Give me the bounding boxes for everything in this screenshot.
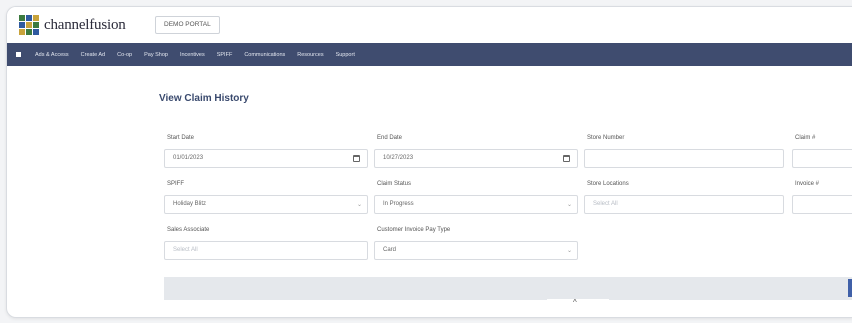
logo-square (33, 29, 39, 35)
channelfusion-logo[interactable]: channelfusion (19, 15, 126, 35)
nav-item-co-op[interactable]: Co-op (117, 52, 132, 58)
main-nav: Ads & Access Create Ad Co-op Pay Shop In… (7, 43, 852, 66)
invoice-number-input[interactable] (792, 195, 852, 214)
nav-item-spiff[interactable]: SPIFF (217, 52, 233, 58)
chevron-down-icon: ⌄ (567, 248, 573, 254)
spiff-label: SPIFF (167, 181, 185, 187)
sales-associate-label: Sales Associate (167, 227, 210, 233)
nav-item-create-ad[interactable]: Create Ad (81, 52, 105, 58)
calendar-icon[interactable] (563, 155, 570, 162)
top-header: channelfusion DEMO PORTAL (7, 7, 852, 43)
store-number-label: Store Number (587, 135, 625, 141)
calendar-icon[interactable] (353, 155, 360, 162)
sales-associate-select[interactable]: Select All (164, 241, 368, 260)
nav-item-communications[interactable]: Communications (244, 52, 285, 58)
chevron-down-icon: ⌄ (567, 202, 573, 208)
claim-number-label: Claim # (795, 135, 816, 141)
store-locations-select[interactable]: Select All (584, 195, 784, 214)
logo-square (19, 22, 25, 28)
nav-item-resources[interactable]: Resources (297, 52, 323, 58)
home-icon[interactable] (16, 52, 21, 57)
claim-status-select[interactable]: In Progress (374, 195, 578, 214)
chevron-down-icon: ⌄ (357, 202, 363, 208)
action-bar (164, 277, 852, 300)
page-title: View Claim History (159, 93, 249, 104)
chevron-up-icon[interactable]: ^ (573, 298, 577, 307)
logo-mark-icon (19, 15, 39, 35)
nav-item-support[interactable]: Support (336, 52, 355, 58)
invoice-number-label: Invoice # (795, 181, 820, 187)
spiff-select[interactable]: Holiday Blitz (164, 195, 368, 214)
logo-square (33, 22, 39, 28)
search-button[interactable] (848, 279, 852, 297)
store-locations-label: Store Locations (587, 181, 629, 187)
start-date-input[interactable]: 01/01/2023 (164, 149, 368, 168)
end-date-input[interactable]: 10/27/2023 (374, 149, 578, 168)
logo-square (19, 15, 25, 21)
nav-item-ads-access[interactable]: Ads & Access (35, 52, 69, 58)
store-number-input[interactable] (584, 149, 784, 168)
end-date-label: End Date (377, 135, 403, 141)
logo-square (19, 29, 25, 35)
nav-item-pay-shop[interactable]: Pay Shop (144, 52, 168, 58)
app-window: channelfusion DEMO PORTAL Ads & Access C… (6, 6, 852, 318)
start-date-label: Start Date (167, 135, 195, 141)
logo-text: channelfusion (44, 16, 126, 33)
logo-square (33, 15, 39, 21)
pay-type-label: Customer Invoice Pay Type (377, 227, 451, 233)
collapse-tab[interactable] (547, 299, 609, 313)
logo-square (26, 22, 32, 28)
logo-square (26, 15, 32, 21)
pay-type-select[interactable]: Card (374, 241, 578, 260)
nav-item-incentives[interactable]: Incentives (180, 52, 205, 58)
claim-status-label: Claim Status (377, 181, 412, 187)
logo-square (26, 29, 32, 35)
claim-number-input[interactable] (792, 149, 852, 168)
portal-selector[interactable]: DEMO PORTAL (155, 16, 220, 34)
